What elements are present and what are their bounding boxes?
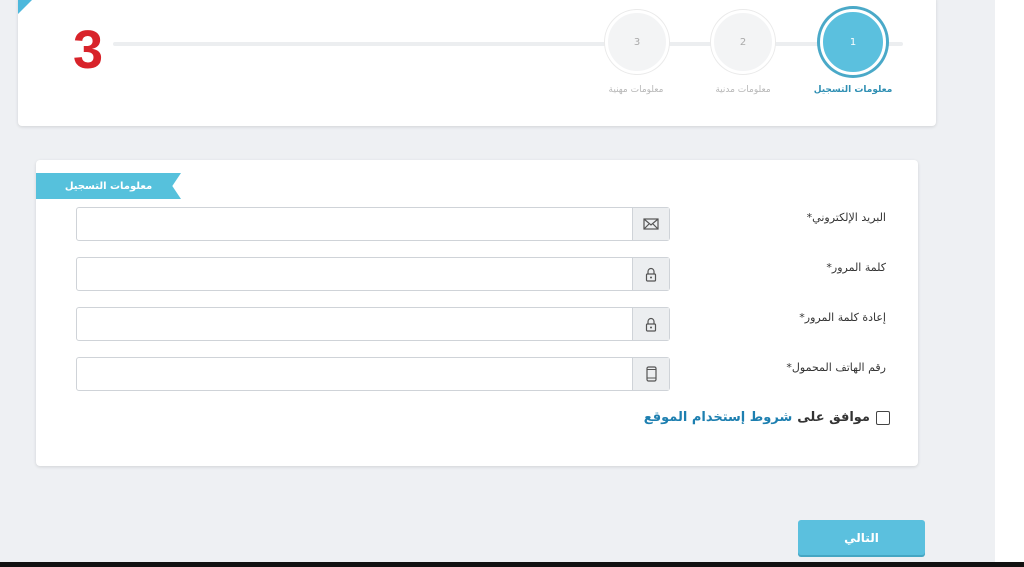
password-row: كلمة المرور* [76, 257, 886, 293]
lock-icon [632, 258, 669, 290]
corner-flag [18, 0, 36, 14]
lock-icon [632, 308, 669, 340]
terms-prefix: موافق على [797, 410, 870, 425]
mobile-phone-label: رقم الهاتف المحمول* [786, 361, 886, 374]
progress-track [113, 42, 903, 46]
screen-bottom-edge [0, 562, 1024, 567]
section-title-ribbon: معلومات التسجيل [36, 173, 181, 199]
email-row: البريد الإلكتروني* [76, 207, 886, 243]
step-circle-3[interactable]: 3 [605, 10, 669, 74]
wizard-steps-card: 1 معلومات التسجيل 2 معلومات مدنية 3 معلو… [18, 0, 936, 126]
mobile-phone-icon [632, 358, 669, 390]
terms-agreement: موافق على شروط إستخدام الموقع [644, 410, 890, 425]
email-input-group [76, 207, 670, 241]
mobile-row: رقم الهاتف المحمول* [76, 357, 886, 393]
step-label-2: معلومات مدنية [715, 85, 771, 95]
confirm-password-field[interactable] [77, 308, 632, 340]
confirm-password-label: إعادة كلمة المرور* [799, 311, 886, 324]
email-label: البريد الإلكتروني* [806, 211, 886, 224]
step-label-1: معلومات التسجيل [813, 85, 893, 95]
step-label-3: معلومات مهنية [608, 85, 664, 95]
step-circle-2[interactable]: 2 [711, 10, 775, 74]
step-number: 1 [849, 36, 857, 48]
email-field[interactable] [77, 208, 632, 240]
confirm-password-row: إعادة كلمة المرور* [76, 307, 886, 343]
annotation-number: 3 [73, 20, 104, 80]
password-input-group [76, 257, 670, 291]
password-label: كلمة المرور* [826, 261, 886, 274]
page-right-rail [995, 0, 1024, 567]
terms-checkbox[interactable] [876, 410, 890, 425]
terms-link[interactable]: شروط إستخدام الموقع [644, 410, 793, 425]
step-circle-1[interactable]: 1 [820, 9, 886, 75]
next-button[interactable]: التالي [798, 520, 925, 555]
confirm-password-input-group [76, 307, 670, 341]
mobile-input-group [76, 357, 670, 391]
mobile-phone-field[interactable] [77, 358, 632, 390]
password-field[interactable] [77, 258, 632, 290]
step-number: 3 [633, 36, 641, 48]
envelope-icon [632, 208, 669, 240]
step-number: 2 [739, 36, 747, 48]
registration-form-card: معلومات التسجيل البريد الإلكتروني* كلمة … [36, 160, 918, 466]
